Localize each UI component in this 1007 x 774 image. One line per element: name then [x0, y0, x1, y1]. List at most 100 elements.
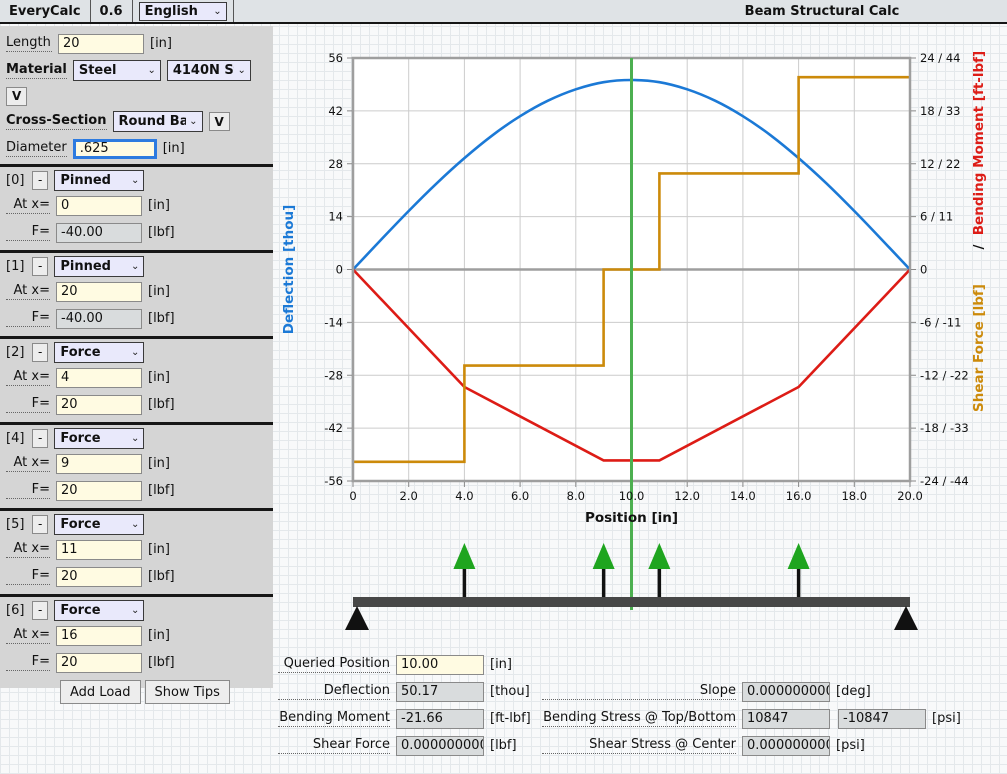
load-x-input[interactable] — [56, 540, 142, 560]
add-load-button[interactable]: Add Load — [60, 680, 141, 704]
length-label: Length — [6, 35, 52, 52]
cross-section-select[interactable]: Round Bar ⌄ — [113, 111, 203, 132]
right-axis-tick-label: -12 / -22 — [920, 368, 969, 382]
queried-position-row: Queried Position 10.00 [in] — [278, 651, 978, 678]
load-f-input[interactable] — [56, 395, 142, 415]
right-axis-tick-label: 6 / 11 — [920, 210, 953, 224]
remove-load-button[interactable]: - — [32, 515, 48, 534]
remove-load-button[interactable]: - — [32, 171, 48, 190]
material-grade-select[interactable]: 4140N Ste ⌄ — [167, 60, 251, 81]
shear-force-field: 0.0000000000 — [396, 736, 484, 756]
load-f-label: F= — [6, 396, 50, 413]
right-axis-title-separator: / — [971, 244, 987, 249]
right-axis-tick-label: 0 — [920, 263, 927, 277]
material-detail-row: V — [0, 84, 273, 108]
load-x-label: At x= — [6, 283, 50, 300]
load-x-input[interactable] — [56, 454, 142, 474]
cross-section-detail-button[interactable]: V — [209, 112, 230, 131]
load-type-select[interactable]: Force ⌄ — [54, 428, 144, 449]
remove-load-button[interactable]: - — [32, 343, 48, 362]
right-axis-tick-label: -24 / -44 — [920, 474, 969, 488]
load-block: [4] - Force ⌄ At x= [in] F= [lbf] — [0, 422, 273, 506]
cross-section-label: Cross-Section — [6, 113, 107, 130]
language-select[interactable]: English ⌄ — [139, 2, 227, 21]
load-type-select[interactable]: Force ⌄ — [54, 514, 144, 535]
load-type-value: Pinned — [60, 259, 111, 274]
chevron-down-icon: ⌄ — [131, 347, 139, 358]
x-axis-tick-label: 12.0 — [674, 489, 700, 503]
support-icon — [894, 606, 918, 630]
load-type-value: Force — [60, 603, 100, 618]
slope-unit: [deg] — [836, 684, 882, 699]
load-f-input[interactable] — [56, 481, 142, 501]
shear-force-label: Shear Force — [278, 737, 390, 754]
queried-position-field[interactable]: 10.00 — [396, 655, 484, 675]
load-f-unit: [lbf] — [148, 225, 175, 240]
load-x-label: At x= — [6, 455, 50, 472]
length-input[interactable] — [58, 34, 144, 54]
load-f-input[interactable] — [56, 567, 142, 587]
bending-moment-field: -21.66 — [396, 709, 484, 729]
load-index: [0] — [6, 173, 26, 188]
right-axis-title-moment: Bending Moment [ft-lbf] — [971, 51, 987, 235]
load-type-select[interactable]: Pinned ⌄ — [54, 256, 144, 277]
load-f-label: F= — [6, 568, 50, 585]
load-x-unit: [in] — [148, 370, 170, 385]
show-tips-button[interactable]: Show Tips — [145, 680, 230, 704]
load-block: [1] - Pinned ⌄ At x= [in] F= [lbf] — [0, 250, 273, 334]
language-cell: English ⌄ — [133, 0, 234, 22]
load-list: [0] - Pinned ⌄ At x= [in] F= [lbf] [1] -… — [0, 164, 273, 678]
load-arrow-icon — [593, 543, 615, 569]
load-type-select[interactable]: Force ⌄ — [54, 600, 144, 621]
load-type-value: Force — [60, 517, 100, 532]
diameter-row: Diameter [in] — [0, 135, 273, 162]
chevron-down-icon: ⌄ — [147, 65, 155, 76]
shear-stress-field: 0.0000000000 — [742, 736, 830, 756]
right-axis-tick-label: 12 / 22 — [920, 157, 960, 171]
load-index: [4] — [6, 431, 26, 446]
load-x-input[interactable] — [56, 282, 142, 302]
x-axis-title: Position [in] — [585, 510, 678, 526]
load-x-input[interactable] — [56, 626, 142, 646]
material-detail-button[interactable]: V — [6, 87, 27, 106]
bending-stress-bottom-field: -10847 — [838, 709, 926, 729]
diameter-label: Diameter — [6, 140, 67, 157]
material-label: Material — [6, 62, 67, 79]
chevron-down-icon: ⌄ — [131, 605, 139, 616]
left-axis-tick-label: 14 — [328, 210, 343, 224]
slope-field: 0.0000000000 — [742, 682, 830, 702]
load-index: [2] — [6, 345, 26, 360]
left-axis-tick-label: 28 — [328, 157, 343, 171]
queried-position-unit: [in] — [490, 657, 536, 672]
load-f-input[interactable] — [56, 653, 142, 673]
load-f-input — [56, 223, 142, 243]
top-bar: EveryCalc 0.6 English ⌄ Beam Structural … — [0, 0, 1007, 24]
diameter-input[interactable] — [73, 139, 157, 159]
chevron-down-icon: ⌄ — [237, 65, 245, 76]
x-axis-tick-label: 16.0 — [786, 489, 812, 503]
remove-load-button[interactable]: - — [32, 429, 48, 448]
results-panel: Queried Position 10.00 [in] Deflection 5… — [278, 651, 978, 759]
material-grade-value: 4140N Ste — [173, 63, 235, 78]
left-axis-tick-label: 56 — [328, 51, 343, 65]
load-f-unit: [lbf] — [148, 397, 175, 412]
sidebar: Length [in] Material Steel ⌄ 4140N Ste ⌄… — [0, 26, 273, 688]
load-x-label: At x= — [6, 197, 50, 214]
load-arrow-icon — [648, 543, 670, 569]
material-category-select[interactable]: Steel ⌄ — [73, 60, 161, 81]
load-index: [1] — [6, 259, 26, 274]
left-axis-tick-label: -56 — [324, 474, 343, 488]
load-type-select[interactable]: Force ⌄ — [54, 342, 144, 363]
load-x-label: At x= — [6, 541, 50, 558]
bending-moment-row: Bending Moment -21.66 [ft-lbf] Bending S… — [278, 705, 978, 732]
load-x-input[interactable] — [56, 368, 142, 388]
remove-load-button[interactable]: - — [32, 257, 48, 276]
load-index: [5] — [6, 517, 26, 532]
right-axis-tick-label: -6 / -11 — [920, 315, 961, 329]
load-x-input[interactable] — [56, 196, 142, 216]
right-axis-title-shear: Shear Force [lbf] — [971, 284, 987, 412]
load-f-label: F= — [6, 224, 50, 241]
load-x-unit: [in] — [148, 284, 170, 299]
remove-load-button[interactable]: - — [32, 601, 48, 620]
load-type-select[interactable]: Pinned ⌄ — [54, 170, 144, 191]
